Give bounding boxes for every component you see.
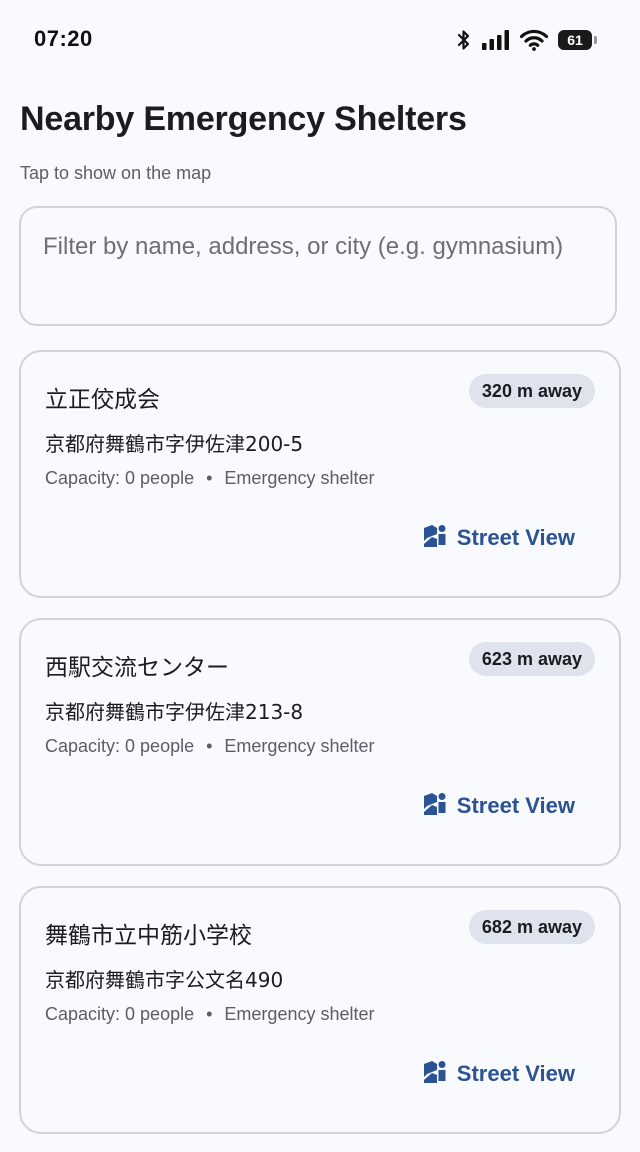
status-bar: 07:20 61 [0, 0, 640, 80]
page-title: Nearby Emergency Shelters [20, 100, 467, 138]
street-view-label: Street View [456, 525, 575, 550]
shelter-type: Emergency shelter [224, 736, 375, 756]
shelter-meta: Capacity: 0 people • Emergency shelter [45, 736, 375, 757]
street-view-label: Street View [456, 793, 575, 818]
wifi-icon [520, 29, 548, 51]
shelter-address: 京都府舞鶴市字公文名490 [45, 968, 284, 992]
page-subtitle: Tap to show on the map [20, 163, 212, 183]
street-view-button[interactable]: Street View [423, 788, 575, 824]
shelter-capacity: Capacity: 0 people [45, 736, 195, 756]
shelter-card[interactable]: 立正佼成会 320 m away 京都府舞鶴市字伊佐津200-5 Capacit… [19, 350, 621, 598]
distance-badge: 682 m away [468, 910, 595, 944]
meta-separator: • [206, 468, 213, 488]
shelter-card[interactable]: 西駅交流センター 623 m away 京都府舞鶴市字伊佐津213-8 Capa… [19, 618, 621, 866]
bluetooth-icon [456, 29, 472, 51]
shelter-meta: Capacity: 0 people • Emergency shelter [45, 1004, 375, 1025]
signal-icon [482, 30, 510, 50]
shelter-address: 京都府舞鶴市字伊佐津213-8 [45, 700, 304, 724]
street-view-icon [423, 792, 447, 821]
filter-field[interactable] [19, 206, 617, 326]
shelter-meta: Capacity: 0 people • Emergency shelter [45, 468, 375, 489]
shelter-capacity: Capacity: 0 people [45, 468, 195, 488]
shelter-address: 京都府舞鶴市字伊佐津200-5 [45, 432, 304, 456]
distance-badge: 320 m away [468, 374, 595, 408]
street-view-icon [423, 1060, 447, 1089]
distance-badge: 623 m away [468, 642, 595, 676]
battery-icon: 61 [558, 30, 598, 50]
shelter-card[interactable]: 舞鶴市立中筋小学校 682 m away 京都府舞鶴市字公文名490 Capac… [19, 886, 621, 1134]
shelter-capacity: Capacity: 0 people [45, 1004, 195, 1024]
meta-separator: • [206, 736, 213, 756]
street-view-label: Street View [456, 1061, 575, 1086]
shelter-name: 西駅交流センター [45, 655, 229, 681]
status-icons: 61 [456, 28, 598, 52]
status-time: 07:20 [34, 26, 93, 51]
shelter-type: Emergency shelter [224, 1004, 375, 1024]
shelter-name: 立正佼成会 [45, 387, 160, 413]
street-view-icon [423, 524, 447, 553]
street-view-button[interactable]: Street View [423, 520, 575, 556]
shelter-name: 舞鶴市立中筋小学校 [45, 923, 252, 949]
street-view-button[interactable]: Street View [423, 1056, 575, 1092]
meta-separator: • [206, 1004, 213, 1024]
battery-level: 61 [558, 30, 592, 50]
filter-input[interactable] [43, 228, 583, 308]
shelter-type: Emergency shelter [224, 468, 375, 488]
